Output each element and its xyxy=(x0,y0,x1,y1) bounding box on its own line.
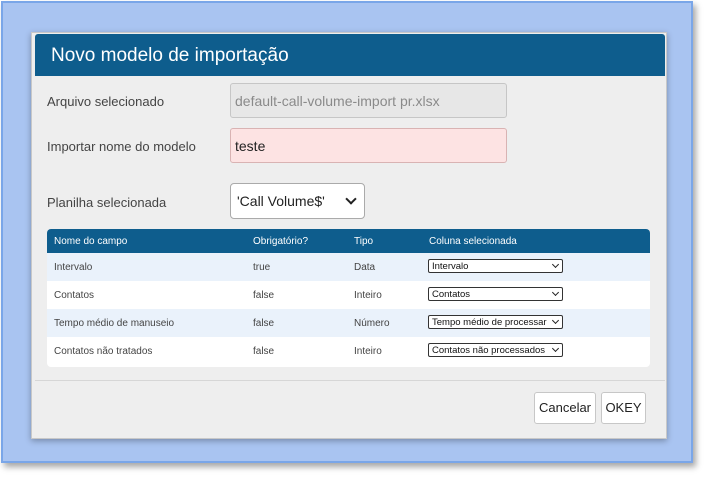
column-select[interactable]: Intervalo xyxy=(428,259,563,273)
row-type: Inteiro xyxy=(354,290,382,301)
cancel-button[interactable]: Cancelar xyxy=(534,392,596,424)
column-select-value: Tempo médio de processar xyxy=(432,317,547,328)
chevron-down-icon xyxy=(551,344,560,353)
template-name-label: Importar nome do modelo xyxy=(47,139,196,154)
row-type: Número xyxy=(354,318,390,329)
row-type: Inteiro xyxy=(354,346,382,357)
row-field-name: Contatos não tratados xyxy=(54,346,153,357)
chevron-down-icon xyxy=(551,288,560,297)
chevron-down-icon xyxy=(345,193,357,205)
selected-file-field: default-call-volume-import pr.xlsx xyxy=(230,83,507,118)
template-name-input[interactable]: teste xyxy=(230,128,507,163)
column-select[interactable]: Contatos não processados xyxy=(428,343,563,357)
header-required: Obrigatório? xyxy=(253,236,309,247)
import-template-dialog: Novo modelo de importação Arquivo seleci… xyxy=(31,32,667,439)
field-mapping-table: Nome do campo Obrigatório? Tipo Coluna s… xyxy=(47,229,650,367)
row-required: false xyxy=(253,290,275,301)
column-select-value: Contatos não processados xyxy=(432,345,546,356)
table-row: Tempo médio de manuseio false Número Tem… xyxy=(47,309,650,337)
file-label: Arquivo selecionado xyxy=(47,94,165,109)
sheet-label: Planilha selecionada xyxy=(47,195,167,210)
ok-button[interactable]: OKEY xyxy=(601,392,646,424)
chevron-down-icon xyxy=(551,316,560,325)
column-select-value: Intervalo xyxy=(432,261,469,272)
table-row: Contatos false Inteiro Contatos xyxy=(47,281,650,309)
row-required: false xyxy=(253,346,275,357)
header-type: Tipo xyxy=(354,236,374,247)
column-select[interactable]: Contatos xyxy=(428,287,563,301)
table-header: Nome do campo Obrigatório? Tipo Coluna s… xyxy=(47,229,650,253)
row-field-name: Tempo médio de manuseio xyxy=(54,318,175,329)
table-row: Contatos não tratados false Inteiro Cont… xyxy=(47,337,650,365)
chevron-down-icon xyxy=(551,260,560,269)
row-field-name: Intervalo xyxy=(54,262,93,273)
row-field-name: Contatos xyxy=(54,290,95,301)
dialog-title: Novo modelo de importação xyxy=(51,45,289,66)
header-selected-column: Coluna selecionada xyxy=(429,236,517,247)
row-required: true xyxy=(253,262,271,273)
column-select-value: Contatos xyxy=(432,289,471,300)
dialog-header: Novo modelo de importação xyxy=(35,34,665,76)
row-type: Data xyxy=(354,262,376,273)
header-field-name: Nome do campo xyxy=(54,236,128,247)
sheet-select-value: 'Call Volume$' xyxy=(237,193,325,209)
column-select[interactable]: Tempo médio de processar xyxy=(428,315,563,329)
sheet-select[interactable]: 'Call Volume$' xyxy=(230,183,365,219)
row-required: false xyxy=(253,318,275,329)
table-row: Intervalo true Data Intervalo xyxy=(47,253,650,281)
footer-divider xyxy=(35,380,665,381)
